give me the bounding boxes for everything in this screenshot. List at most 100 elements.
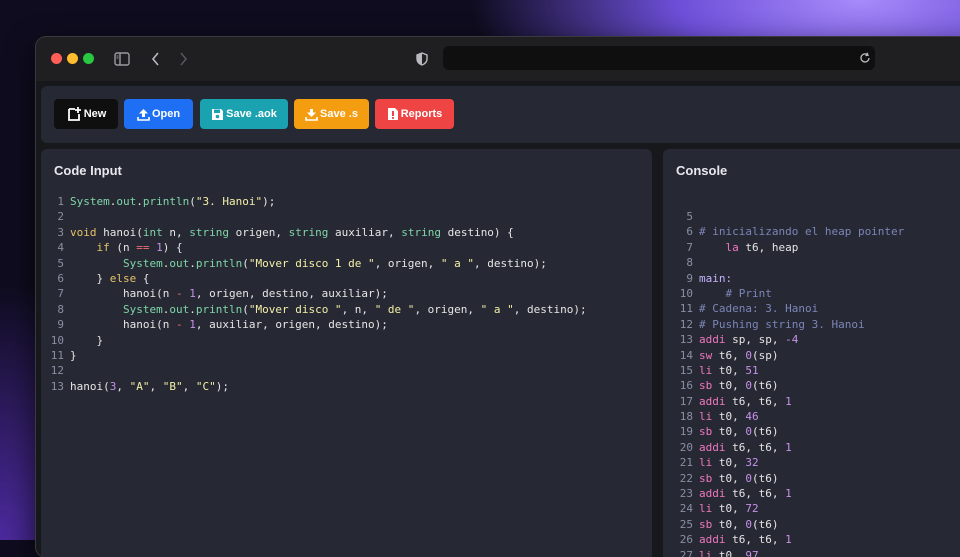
back-icon[interactable] [143, 46, 169, 72]
reload-icon[interactable] [859, 51, 871, 69]
code-input-title: Code Input [54, 163, 122, 178]
console-line-text: sb t0, 0(t6) [699, 425, 779, 439]
code-line-number: 13 [50, 379, 64, 393]
console-line-number: 6 [686, 225, 693, 239]
code-line-number: 8 [57, 302, 64, 316]
save-aok-button[interactable]: Save .aok [200, 99, 288, 129]
reports-button[interactable]: Reports [375, 99, 454, 129]
code-line: 12 [41, 363, 587, 378]
code-line-number: 3 [57, 225, 64, 239]
console-line-text [693, 209, 699, 224]
code-line-text: } else { [70, 271, 150, 285]
console-line-text: sb t0, 0(t6) [699, 471, 779, 485]
console-line: 18 li t0, 46 [663, 409, 904, 424]
console-line-text: li t0, 97 [699, 548, 759, 557]
new-button[interactable]: New [54, 99, 118, 129]
console-line-number: 5 [686, 210, 693, 223]
console-line: 12 # Pushing string 3. Hanoi [663, 317, 904, 332]
console-line: 9 main: [663, 271, 904, 286]
save-s-button[interactable]: Save .s [294, 99, 369, 129]
code-line: 3 void hanoi(int n, string origen, string… [41, 225, 587, 240]
console-line-text: # Print [699, 286, 772, 300]
code-line: 1 System.out.println("3. Hanoi"); [41, 194, 587, 209]
code-line: 4 if (n == 1) { [41, 240, 587, 255]
code-line-number: 2 [57, 210, 64, 224]
console-line: 25 sb t0, 0(t6) [663, 517, 904, 532]
code-line-number: 11 [50, 348, 64, 362]
console-line-number: 11 [679, 302, 693, 316]
code-line-number: 5 [57, 256, 64, 270]
address-bar[interactable] [443, 46, 875, 70]
console-line-text: sb t0, 0(t6) [699, 379, 779, 393]
code-line-text: } [70, 348, 77, 362]
console-line-number: 21 [679, 456, 693, 470]
code-line-text: hanoi(n - 1, auxiliar, origen, destino); [70, 318, 388, 332]
code-line-number: 9 [57, 318, 64, 332]
code-line: 8 System.out.println("Mover disco ", n, … [41, 302, 587, 317]
console-line-number: 23 [679, 487, 693, 501]
close-window-button[interactable] [51, 53, 62, 64]
console-line: 14 sw t6, 0(sp) [663, 348, 904, 363]
console-line: 13 addi sp, sp, -4 [663, 332, 904, 347]
console-line-text: li t0, 72 [699, 502, 759, 516]
console-line-text: main: [699, 271, 733, 285]
code-line-number: 10 [50, 333, 64, 347]
code-line-text: System.out.println("3. Hanoi"); [70, 195, 276, 208]
code-line-text: } [70, 333, 104, 347]
console-line: 27 li t0, 97 [663, 548, 904, 557]
code-line-text: System.out.println("Mover disco ", n, " … [122, 302, 587, 316]
toolbar: New Open Save .aok Save .s Reports [41, 86, 960, 143]
console-line-text: # inicializando el heap pointer [699, 225, 905, 239]
minimize-window-button[interactable] [67, 53, 78, 64]
save-aok-button-label: Save .aok [226, 108, 277, 120]
console-line-number: 16 [679, 379, 693, 393]
maximize-window-button[interactable] [83, 53, 94, 64]
browser-titlebar [36, 37, 960, 81]
console-line-number: 17 [679, 394, 693, 408]
console-line: 19 sb t0, 0(t6) [663, 424, 904, 439]
save-s-button-label: Save .s [320, 108, 358, 120]
forward-icon[interactable] [170, 46, 196, 72]
console-line-number: 15 [679, 363, 693, 377]
code-line: 6 } else { [41, 271, 587, 286]
console-output[interactable]: 5 6 # inicializando el heap pointer 7 la t6… [663, 209, 905, 557]
console-line: 16 sb t0, 0(t6) [663, 378, 904, 393]
console-line-text: # Pushing string 3. Hanoi [699, 317, 865, 331]
console-line: 24 li t0, 72 [663, 501, 904, 516]
code-line-text: if (n == 1) { [96, 241, 183, 255]
console-line-number: 10 [679, 286, 693, 300]
code-editor[interactable]: 1 System.out.println("3. Hanoi"); 2 3 void h… [41, 194, 587, 394]
console-line: 7 la t6, heap [663, 240, 904, 255]
console-line: 21 li t0, 32 [663, 455, 904, 470]
console-line-number: 7 [686, 240, 693, 254]
report-icon [387, 108, 398, 120]
code-line: 9 hanoi(n - 1, auxiliar, origen, destino… [41, 317, 587, 332]
console-line: 22 sb t0, 0(t6) [663, 471, 904, 486]
console-line: 11 # Cadena: 3. Hanoi [663, 301, 904, 316]
code-line: 13 hanoi(3, "A", "B", "C"); [41, 379, 587, 394]
code-line: 11} [41, 348, 587, 363]
open-button[interactable]: Open [124, 99, 193, 129]
console-line-number: 19 [679, 425, 693, 439]
console-line-text: sb t0, 0(t6) [699, 517, 779, 531]
sidebar-icon[interactable] [109, 46, 135, 72]
console-line-number: 12 [679, 317, 693, 331]
shield-icon[interactable] [409, 46, 435, 72]
console-line-text: la t6, heap [725, 240, 799, 254]
save-icon [212, 108, 224, 120]
code-line: 7 hanoi(n - 1, origen, destino, auxiliar… [41, 286, 587, 301]
console-line-number: 13 [679, 333, 693, 347]
console-line-text [693, 255, 699, 270]
reports-button-label: Reports [400, 108, 443, 120]
code-line-number: 7 [57, 287, 64, 301]
console-line: 5 [663, 209, 904, 224]
code-line-number: 1 [57, 195, 64, 208]
console-line-text: li t0, 46 [699, 410, 759, 424]
console-line-text: li t0, 51 [699, 363, 759, 377]
console-line: 15 li t0, 51 [663, 363, 904, 378]
code-line: 10 } [41, 333, 587, 348]
console-line: 20 addi t6, t6, 1 [663, 440, 904, 455]
app-content: New Open Save .aok Save .s Reports Code … [36, 81, 960, 557]
